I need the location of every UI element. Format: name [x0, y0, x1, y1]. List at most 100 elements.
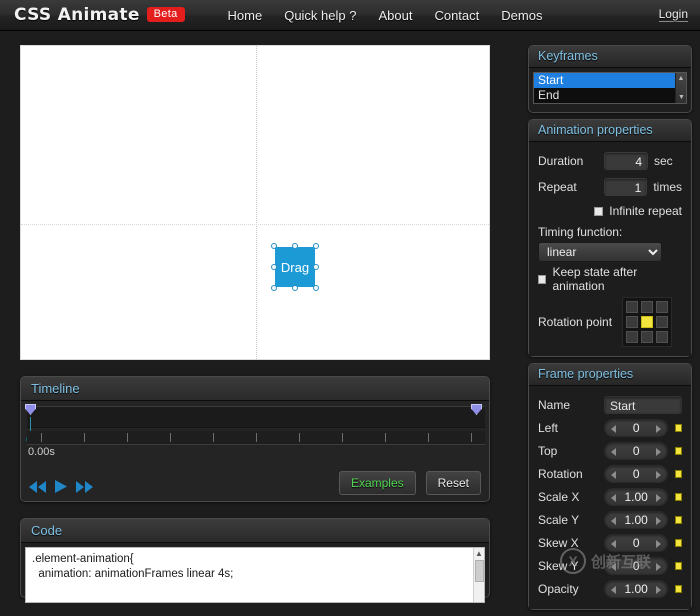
resize-handle-s[interactable] [292, 285, 298, 291]
rotation-point-cell-7[interactable] [641, 331, 653, 343]
decrement-arrow-icon[interactable] [611, 448, 616, 456]
increment-arrow-icon[interactable] [656, 494, 661, 502]
rotation-point-cell-6[interactable] [626, 331, 638, 343]
timing-function-label: Timing function: [538, 225, 682, 239]
scale-x-keyframe-indicator[interactable] [675, 493, 682, 501]
timeline-track[interactable] [27, 406, 485, 428]
scroll-up-arrow-icon[interactable]: ▲ [474, 548, 484, 559]
keep-state-checkbox[interactable] [538, 275, 546, 284]
resize-handle-w[interactable] [271, 264, 277, 270]
rotation-point-cell-1[interactable] [641, 301, 653, 313]
nav-item-home[interactable]: Home [217, 4, 274, 27]
timeline-tick [84, 433, 85, 442]
increment-arrow-icon[interactable] [656, 563, 661, 571]
frame-name-input[interactable]: Start [604, 396, 682, 414]
keyframe-list-item-end[interactable]: End [534, 88, 686, 103]
skew-y-label: Skew Y [538, 559, 604, 573]
code-textarea[interactable]: .element-animation{ animation: animation… [25, 547, 485, 603]
examples-button[interactable]: Examples [339, 471, 416, 495]
keyframes-scrollbar[interactable]: ▲ ▼ [675, 73, 686, 103]
rotation-point-cell-4[interactable] [641, 316, 653, 328]
resize-handle-nw[interactable] [271, 243, 277, 249]
resize-handle-se[interactable] [313, 285, 319, 291]
timeline-tick [41, 433, 42, 442]
repeat-input[interactable]: 1 [604, 178, 647, 196]
top-keyframe-indicator[interactable] [675, 447, 682, 455]
decrement-arrow-icon[interactable] [611, 540, 616, 548]
timeline-keyframe-marker-end[interactable] [471, 404, 482, 417]
increment-arrow-icon[interactable] [656, 425, 661, 433]
infinite-repeat-checkbox[interactable] [594, 207, 603, 216]
code-scrollbar[interactable]: ▲ [473, 548, 484, 602]
opacity-keyframe-indicator[interactable] [675, 585, 682, 593]
nav-item-quick-help[interactable]: Quick help ? [273, 4, 367, 27]
duration-input[interactable]: 4 [604, 152, 648, 170]
fast-forward-icon[interactable] [76, 481, 93, 493]
nav-item-demos[interactable]: Demos [490, 4, 553, 27]
left-keyframe-indicator[interactable] [675, 424, 682, 432]
scale-x-stepper[interactable]: 1.00 [604, 488, 668, 506]
keyframe-list-item-start[interactable]: Start [534, 73, 686, 88]
skew-y-keyframe-indicator[interactable] [675, 562, 682, 570]
rotation-point-cell-0[interactable] [626, 301, 638, 313]
increment-arrow-icon[interactable] [656, 448, 661, 456]
timeline-keyframe-marker-start[interactable] [25, 404, 36, 417]
opacity-stepper[interactable]: 1.00 [604, 580, 668, 598]
timeline-ruler[interactable] [27, 431, 485, 445]
scroll-down-arrow-icon[interactable]: ▼ [676, 92, 687, 103]
skew-x-keyframe-indicator[interactable] [675, 539, 682, 547]
draggable-element[interactable]: Drag [275, 247, 315, 287]
left-row: Left 0 [538, 416, 682, 439]
increment-arrow-icon[interactable] [656, 471, 661, 479]
resize-handle-sw[interactable] [271, 285, 277, 291]
site-logo[interactable]: CSS AnimateBeta [14, 5, 185, 25]
decrement-arrow-icon[interactable] [611, 471, 616, 479]
frame-properties-title: Frame properties [529, 364, 691, 386]
scale-y-stepper[interactable]: 1.00 [604, 511, 668, 529]
decrement-arrow-icon[interactable] [611, 586, 616, 594]
login-link[interactable]: Login [659, 7, 688, 22]
timeline-panel-title: Timeline [21, 377, 489, 401]
repeat-row: Repeat 1 times [538, 175, 682, 198]
decrement-arrow-icon[interactable] [611, 494, 616, 502]
rotation-keyframe-indicator[interactable] [675, 470, 682, 478]
resize-handle-n[interactable] [292, 243, 298, 249]
timing-function-select[interactable]: linear [538, 242, 662, 262]
skew-y-stepper[interactable]: 0 [604, 557, 668, 575]
rotation-point-cell-5[interactable] [656, 316, 668, 328]
decrement-arrow-icon[interactable] [611, 425, 616, 433]
decrement-arrow-icon[interactable] [611, 517, 616, 525]
top-stepper[interactable]: 0 [604, 442, 668, 460]
rotation-point-cell-3[interactable] [626, 316, 638, 328]
scale-y-keyframe-indicator[interactable] [675, 516, 682, 524]
nav-item-about[interactable]: About [367, 4, 423, 27]
skew-x-stepper[interactable]: 0 [604, 534, 668, 552]
increment-arrow-icon[interactable] [656, 517, 661, 525]
code-scroll-thumb[interactable] [475, 560, 484, 582]
code-content: .element-animation{ animation: animation… [26, 548, 484, 586]
left-stepper[interactable]: 0 [604, 419, 668, 437]
reset-button[interactable]: Reset [426, 471, 481, 495]
code-panel: Code .element-animation{ animation: anim… [20, 518, 490, 598]
draggable-element-label: Drag [275, 247, 315, 287]
resize-handle-ne[interactable] [313, 243, 319, 249]
timeline-tick [256, 433, 257, 442]
rotation-stepper[interactable]: 0 [604, 465, 668, 483]
keyframes-list[interactable]: Start End ▲ ▼ [533, 72, 687, 104]
keep-state-row[interactable]: Keep state after animation [538, 269, 682, 289]
keyframe-diamond-icon [25, 404, 36, 415]
increment-arrow-icon[interactable] [656, 540, 661, 548]
timeline-body[interactable]: 0.00s Examples Reset [21, 401, 489, 501]
rotation-point-cell-8[interactable] [656, 331, 668, 343]
decrement-arrow-icon[interactable] [611, 563, 616, 571]
animation-canvas[interactable]: Drag [20, 45, 490, 360]
rewind-icon[interactable] [29, 481, 46, 493]
rotation-point-cell-2[interactable] [656, 301, 668, 313]
resize-handle-e[interactable] [313, 264, 319, 270]
increment-arrow-icon[interactable] [656, 586, 661, 594]
infinite-repeat-row[interactable]: Infinite repeat [538, 201, 682, 221]
nav-item-contact[interactable]: Contact [423, 4, 490, 27]
scroll-up-arrow-icon[interactable]: ▲ [676, 73, 686, 84]
play-icon[interactable] [55, 480, 67, 493]
rotation-point-grid[interactable] [622, 297, 672, 347]
